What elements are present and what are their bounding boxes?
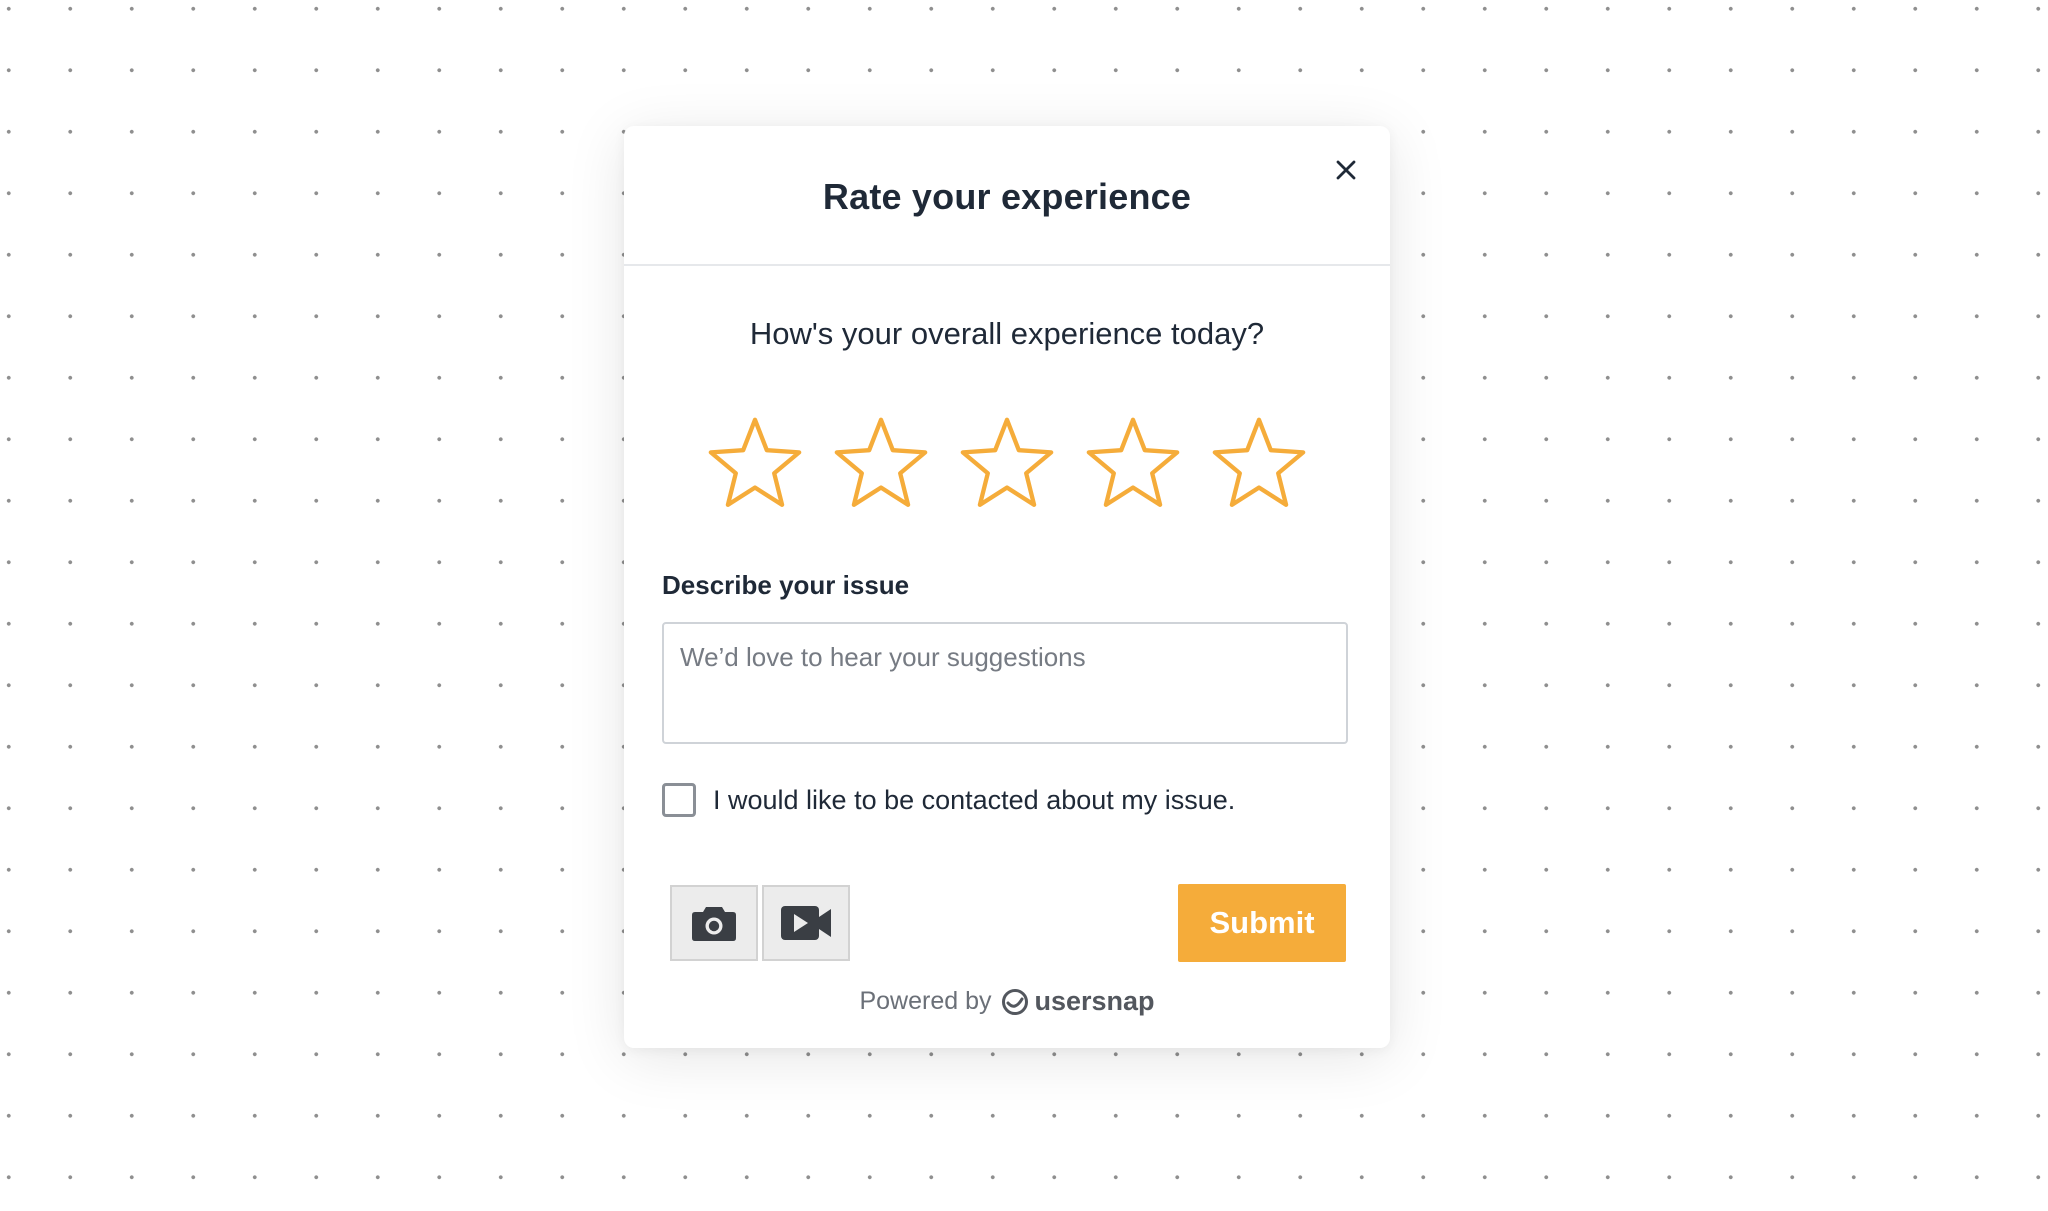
contact-checkbox-row[interactable]: I would like to be contacted about my is… xyxy=(662,780,1235,820)
close-icon xyxy=(1336,160,1356,180)
usersnap-logo-icon xyxy=(1001,988,1029,1016)
powered-by-footer[interactable]: Powered by usersnap xyxy=(624,986,1390,1017)
video-camera-icon xyxy=(781,906,831,940)
star-3-icon[interactable] xyxy=(958,414,1056,510)
star-rating xyxy=(706,414,1308,510)
screenshot-button[interactable] xyxy=(670,885,758,961)
powered-by-text: Powered by xyxy=(859,987,992,1015)
widget-header: Rate your experience xyxy=(624,126,1390,266)
star-5-icon[interactable] xyxy=(1210,414,1308,510)
feedback-widget: Rate your experience How's your overall … xyxy=(624,126,1390,1048)
contact-checkbox-label[interactable]: I would like to be contacted about my is… xyxy=(713,785,1235,816)
star-4-icon[interactable] xyxy=(1084,414,1182,510)
close-button[interactable] xyxy=(1326,150,1366,190)
star-2-icon[interactable] xyxy=(832,414,930,510)
star-1-icon[interactable] xyxy=(706,414,804,510)
issue-field-label: Describe your issue xyxy=(662,570,910,600)
camera-icon xyxy=(692,907,736,941)
usersnap-brand-link[interactable]: usersnap xyxy=(1034,986,1154,1017)
widget-title: Rate your experience xyxy=(822,176,1192,217)
issue-textarea[interactable] xyxy=(662,622,1348,744)
contact-checkbox[interactable] xyxy=(662,783,696,817)
rating-question: How's your overall experience today? xyxy=(749,316,1265,351)
record-video-button[interactable] xyxy=(762,885,850,961)
submit-button[interactable]: Submit xyxy=(1178,884,1346,962)
